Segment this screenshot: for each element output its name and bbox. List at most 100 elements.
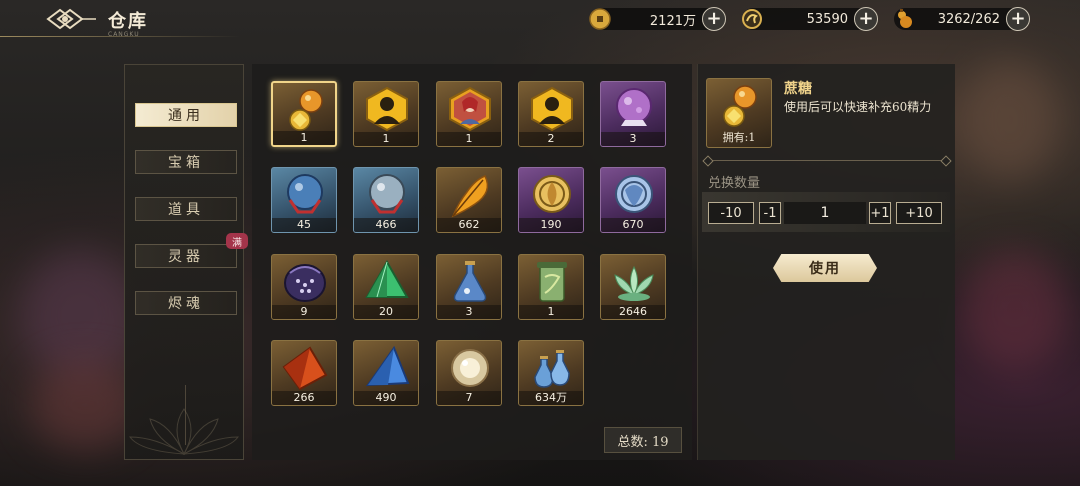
blue-crystal-icon [366, 345, 410, 387]
blue-crystal-ball-icon [287, 174, 323, 214]
golden-feather-icon [451, 175, 489, 218]
item-slot[interactable]: 466 [353, 167, 419, 233]
add-stamina-button[interactable]: + [1006, 7, 1030, 31]
tab-props-label: 道具 [168, 202, 204, 218]
item-count: 1 [273, 131, 335, 145]
item-slot[interactable]: 662 [436, 167, 502, 233]
tab-general-label: 通用 [168, 108, 204, 124]
detail-divider [706, 160, 948, 161]
item-slot[interactable]: 3 [436, 254, 502, 320]
minus-1-button[interactable]: -1 [759, 202, 781, 224]
item-slot[interactable]: 1 [271, 81, 337, 147]
glowing-orb-icon [451, 349, 489, 387]
quantity-input[interactable]: 1 [784, 202, 866, 224]
top-bar: 仓库 CANGKU 2121万 + 53590 + 3262/262 + [0, 0, 1080, 40]
tab-props[interactable]: 道具 [135, 197, 237, 221]
item-slot[interactable]: 1 [436, 81, 502, 147]
item-count: 670 [601, 218, 665, 232]
tab-artifacts[interactable]: 灵器 满 [135, 233, 248, 268]
green-scroll-icon [537, 262, 567, 302]
item-slot[interactable]: 190 [518, 167, 584, 233]
item-slot[interactable]: 9 [271, 254, 337, 320]
resource-coin: 2121万 + [589, 6, 726, 32]
potion-bottles-icon [534, 350, 570, 388]
category-sidebar: 通用 宝箱 道具 灵器 满 烬魂 [124, 64, 248, 460]
full-badge: 满 [226, 233, 248, 249]
plus-1-button[interactable]: +1 [869, 202, 891, 224]
resource-stamina: 3262/262 + [894, 6, 1030, 32]
item-count: 466 [354, 218, 418, 232]
add-coin-button[interactable]: + [702, 7, 726, 31]
owned-count: 拥有:1 [722, 131, 756, 144]
item-slot[interactable]: 2646 [600, 254, 666, 320]
detail-item-frame: 拥有:1 [706, 78, 772, 148]
jade-lotus-icon [614, 265, 654, 301]
tab-ember-souls-label: 烬魂 [168, 296, 204, 312]
candy-gourd-icon [289, 89, 323, 131]
item-slot[interactable]: 3 [600, 81, 666, 147]
item-count: 9 [272, 305, 336, 319]
dark-orb-icon [284, 264, 326, 302]
blue-flask-icon [453, 261, 487, 302]
page-title: 仓库 [108, 11, 148, 32]
minus-10-button[interactable]: -10 [708, 202, 754, 224]
item-count: 2646 [601, 305, 665, 319]
tab-chests-label: 宝箱 [168, 155, 204, 171]
background-blur [960, 250, 1070, 370]
item-count: 3 [601, 132, 665, 146]
green-crystal-icon [365, 259, 409, 298]
item-count: 2 [519, 132, 583, 146]
character-portrait-icon [449, 86, 491, 132]
item-slot[interactable]: 1 [353, 81, 419, 147]
gourd-icon [898, 9, 912, 28]
exchange-quantity-label: 兑换数量 [708, 176, 761, 191]
tab-artifacts-label: 灵器 [168, 249, 204, 265]
add-dragon-token-button[interactable]: + [854, 7, 878, 31]
item-count: 634万 [519, 391, 583, 405]
candy-gourd-icon [723, 85, 757, 127]
resource-dragon-token: 53590 + [742, 6, 878, 32]
item-slot[interactable]: 670 [600, 167, 666, 233]
total-count: 总数: 19 [604, 427, 682, 453]
item-count: 662 [437, 218, 501, 232]
item-slot[interactable]: 2 [518, 81, 584, 147]
background-blur [960, 60, 1060, 180]
item-slot[interactable]: 490 [353, 340, 419, 406]
item-count: 266 [272, 391, 336, 405]
blue-silver-medallion-icon [615, 175, 653, 213]
lotus-ornament-icon [129, 408, 239, 456]
title-divider [0, 36, 240, 37]
item-count: 7 [437, 391, 501, 405]
silver-crystal-ball-icon [369, 174, 405, 214]
item-count: 3 [437, 305, 501, 319]
item-count: 1 [519, 305, 583, 319]
item-slot[interactable]: 45 [271, 167, 337, 233]
red-crystal-icon [282, 346, 328, 391]
use-button[interactable]: 使用 [773, 254, 877, 282]
item-slot[interactable]: 1 [518, 254, 584, 320]
back-button[interactable] [44, 6, 98, 32]
hexagon-silhouette-icon [531, 86, 573, 132]
item-count: 45 [272, 218, 336, 232]
item-slot[interactable]: 7 [436, 340, 502, 406]
tab-ember-souls[interactable]: 烬魂 [135, 291, 237, 315]
item-slot[interactable]: 266 [271, 340, 337, 406]
plus-10-button[interactable]: +10 [896, 202, 942, 224]
item-count: 20 [354, 305, 418, 319]
item-count: 190 [519, 218, 583, 232]
item-description: 使用后可以快速补充60精力 [784, 100, 932, 114]
purple-crystal-ball-icon [616, 88, 652, 126]
item-slot[interactable]: 634万 [518, 340, 584, 406]
hexagon-silhouette-icon [366, 86, 408, 132]
dragon-token-icon [742, 9, 762, 29]
gold-coin-icon [589, 8, 611, 30]
purple-gold-medallion-icon [533, 175, 571, 213]
item-detail-panel: 拥有:1 蔗糖 使用后可以快速补充60精力 兑换数量 -10 -1 1 +1 +… [697, 64, 955, 460]
item-count: 1 [437, 132, 501, 146]
item-count: 490 [354, 391, 418, 405]
tab-general[interactable]: 通用 [135, 103, 237, 127]
item-count: 1 [354, 132, 418, 146]
back-emblem-icon [46, 8, 96, 30]
item-slot[interactable]: 20 [353, 254, 419, 320]
tab-chests[interactable]: 宝箱 [135, 150, 237, 174]
